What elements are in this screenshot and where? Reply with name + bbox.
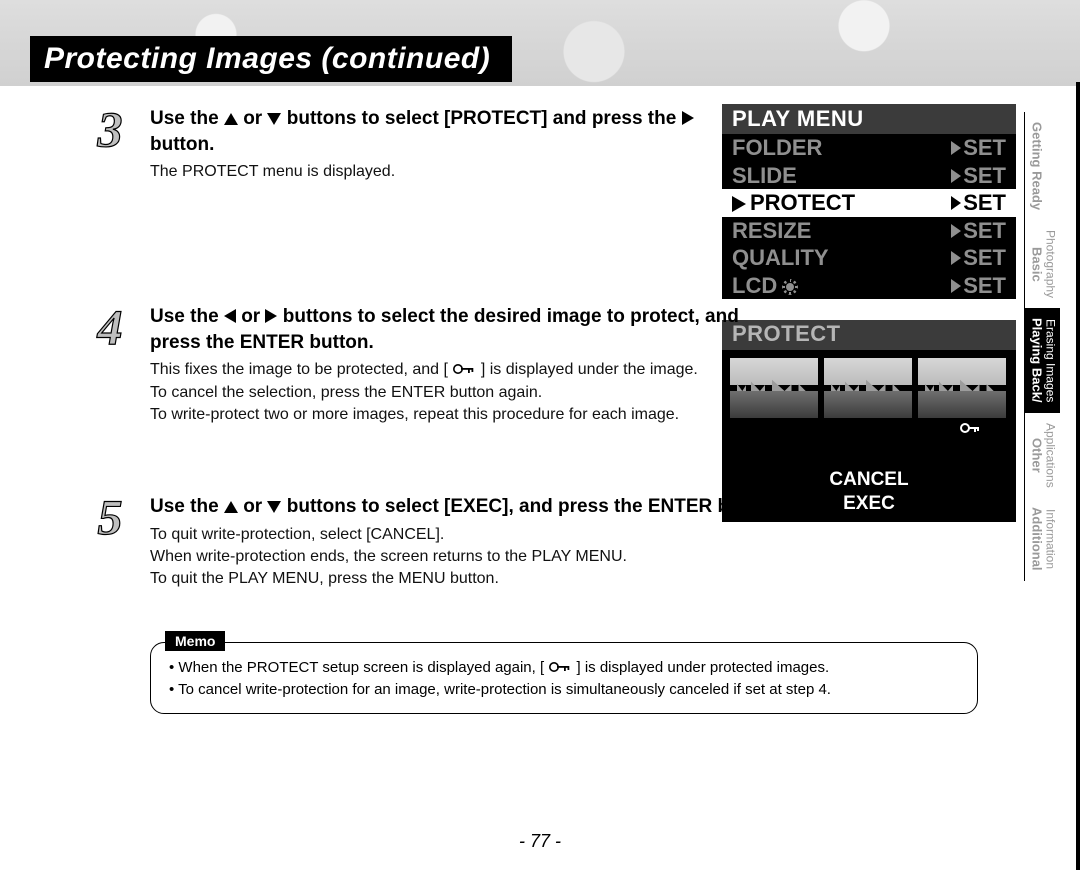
page-number: - 77 - <box>0 831 1080 852</box>
tab-getting-ready[interactable]: Getting Ready <box>1024 112 1047 220</box>
right-arrow-icon <box>682 111 694 125</box>
step-4: 4 Use the or buttons to select the desir… <box>92 304 987 444</box>
memo-item: To cancel write-protection for an image,… <box>169 679 959 701</box>
memo-box: Memo When the PROTECT setup screen is di… <box>150 642 978 714</box>
step-number: 3 <box>82 100 138 158</box>
memo-item: When the PROTECT setup screen is display… <box>169 657 959 679</box>
step-number: 4 <box>82 298 138 356</box>
step-3: 3 Use the or buttons to select [PROTECT]… <box>92 106 987 196</box>
down-arrow-icon <box>267 113 281 125</box>
tab-additional-info[interactable]: InformationAdditional <box>1024 497 1060 581</box>
memo-label: Memo <box>165 631 225 651</box>
tab-playing-back[interactable]: Erasing ImagesPlaying Back/ <box>1024 308 1060 413</box>
down-arrow-icon <box>267 501 281 513</box>
tab-other-apps[interactable]: ApplicationsOther <box>1024 413 1060 498</box>
page-edge <box>1076 82 1080 870</box>
step-5: 5 Use the or buttons to select [EXEC], a… <box>92 494 987 591</box>
page-title: Protecting Images (continued) <box>30 36 512 82</box>
key-icon <box>452 362 476 376</box>
step-body: The PROTECT menu is displayed. <box>150 161 987 183</box>
up-arrow-icon <box>224 113 238 125</box>
step-number: 5 <box>82 488 138 546</box>
tab-basic-photo[interactable]: PhotographyBasic <box>1024 220 1060 308</box>
side-tabs: Getting Ready PhotographyBasic Erasing I… <box>1024 112 1068 581</box>
key-icon <box>548 660 572 674</box>
left-arrow-icon <box>224 309 236 323</box>
right-arrow-icon <box>265 309 277 323</box>
up-arrow-icon <box>224 501 238 513</box>
